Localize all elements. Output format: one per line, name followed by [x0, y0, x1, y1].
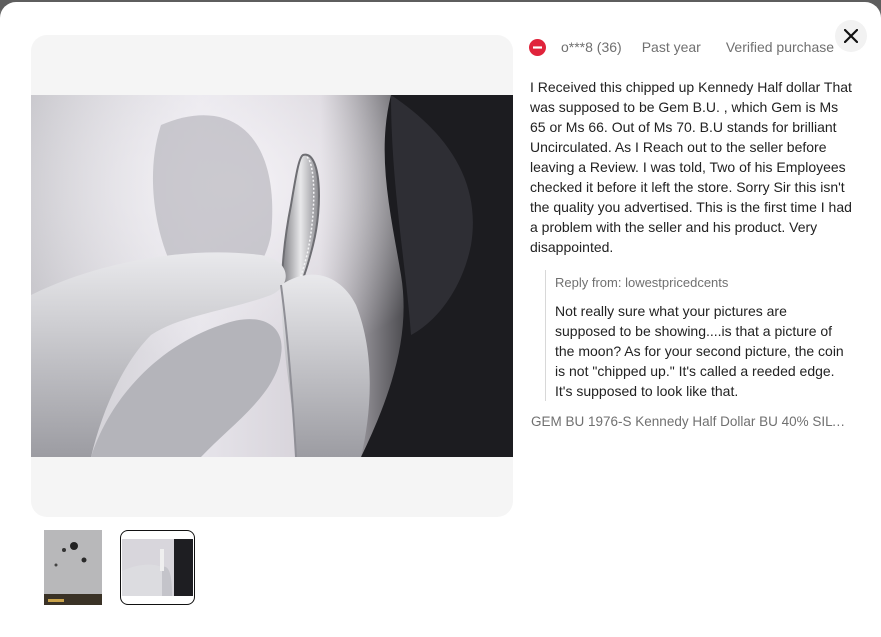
thumbnail-2[interactable] [120, 530, 195, 605]
review-header: o***8 (36) Past year Verified purchase [529, 37, 834, 57]
reply-from-label: Reply from: lowestpricedcents [555, 275, 729, 290]
thumbnail-1[interactable] [44, 530, 102, 605]
reply-body: Not really sure what your pictures are s… [555, 303, 844, 399]
main-review-photo [31, 95, 513, 457]
thumbnail-coin-face-image [44, 530, 102, 605]
thumbnail-coin-edge-image [122, 539, 193, 596]
main-image-viewer [31, 35, 513, 517]
seller-reply: Reply from: lowestpricedcents Not really… [545, 270, 855, 401]
product-title-link[interactable]: GEM BU 1976-S Kennedy Half Dollar BU 40%… [531, 413, 853, 431]
reviewer-name: o***8 (36) [561, 39, 622, 55]
review-time: Past year [641, 39, 701, 55]
review-photo-modal: o***8 (36) Past year Verified purchase I… [0, 2, 881, 637]
negative-rating-icon [529, 38, 546, 56]
verified-purchase-badge: Verified purchase [725, 39, 835, 55]
close-icon [844, 29, 858, 43]
review-body: I Received this chipped up Kennedy Half … [530, 79, 852, 255]
close-button[interactable] [835, 20, 867, 52]
